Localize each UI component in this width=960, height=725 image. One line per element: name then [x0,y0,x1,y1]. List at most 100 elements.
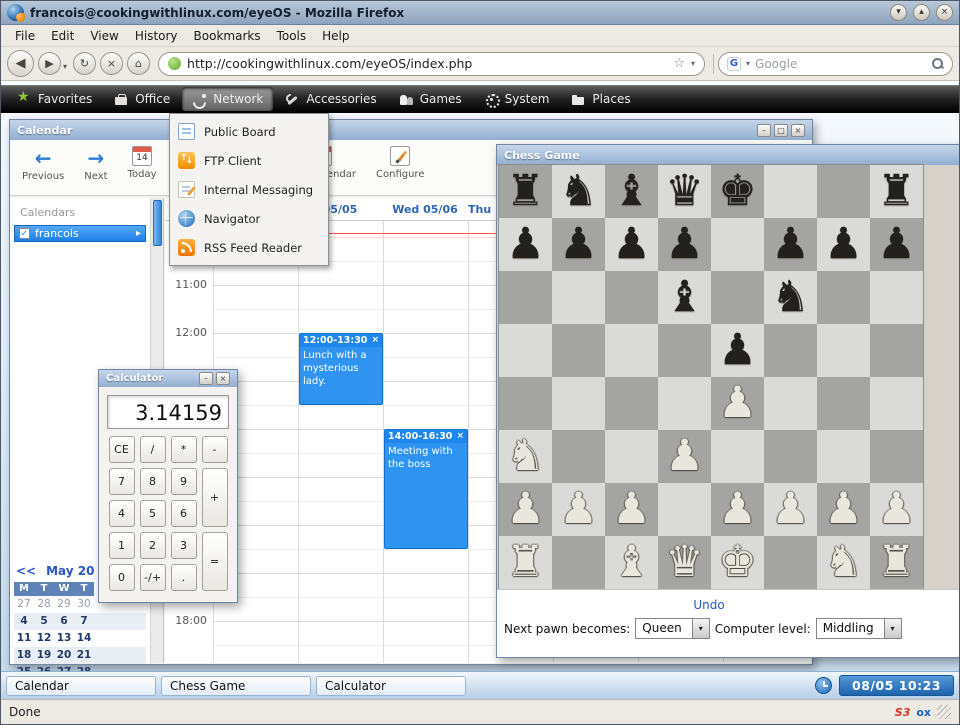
chess-square[interactable] [605,324,658,377]
addon-icon[interactable]: ox [916,706,931,719]
level-select[interactable]: Middling ▾ [816,618,902,639]
calc-button-plus[interactable]: + [202,468,228,527]
chess-square[interactable]: ♞ [499,430,552,483]
window-maximize-icon[interactable]: □ [774,124,788,137]
mini-calendar-day[interactable]: 20 [54,647,74,664]
calc-button-7[interactable]: 7 [109,468,135,495]
chess-square[interactable] [552,430,605,483]
calendar-list-item[interactable]: ✓ francois ▸ [14,225,146,242]
toolbar-today[interactable]: 14Today [128,146,157,195]
calc-button-multiply[interactable]: * [171,436,197,463]
chess-square[interactable]: ♟ [499,218,552,271]
chess-square[interactable]: ♛ [658,165,711,218]
chess-square[interactable]: ♞ [817,536,870,589]
chess-square[interactable]: ♜ [499,536,552,589]
chess-square[interactable] [552,377,605,430]
url-bar[interactable]: ☆ ▾ [158,52,705,76]
chess-square[interactable]: ♟ [605,218,658,271]
eyeos-menu-accessories[interactable]: Accessories [275,87,386,111]
calc-button-equals[interactable]: = [202,532,228,591]
chess-square[interactable] [817,165,870,218]
menu-item-rss-feed-reader[interactable]: RSS Feed Reader [173,233,325,262]
chess-square[interactable]: ♚ [711,165,764,218]
window-titlebar[interactable]: francois@cookingwithlinux.com/eyeOS - Mo… [1,1,959,25]
menu-history[interactable]: History [127,27,186,45]
chess-square[interactable] [817,271,870,324]
chess-square[interactable] [817,324,870,377]
calc-button-9[interactable]: 9 [171,468,197,495]
chess-square[interactable] [870,324,923,377]
eyeos-menu-system[interactable]: System [474,87,560,111]
dropdown-arrow-icon[interactable]: ▾ [884,619,901,638]
chess-square[interactable] [711,271,764,324]
calculator-titlebar[interactable]: Calculator – × [99,370,237,387]
mini-calendar-day[interactable]: 18 [14,647,34,664]
chess-square[interactable]: ♟ [658,430,711,483]
forward-button[interactable]: ▶ [38,52,61,75]
chess-square[interactable] [499,377,552,430]
calc-button-8[interactable]: 8 [140,468,166,495]
chess-square[interactable]: ♟ [870,483,923,536]
calendar-titlebar[interactable]: Calendar – □ × [10,120,812,140]
window-minimize-icon[interactable]: – [199,372,213,385]
calc-button-minus[interactable]: - [202,436,228,463]
mini-calendar-prev[interactable]: << [16,564,36,578]
chess-square[interactable]: ♝ [605,165,658,218]
mini-calendar-day[interactable]: 12 [34,630,54,647]
chess-square[interactable]: ♟ [711,377,764,430]
search-input[interactable] [755,57,926,71]
search-bar[interactable]: G ▾ [718,52,953,76]
menu-bookmarks[interactable]: Bookmarks [186,27,269,45]
close-button[interactable]: × [936,4,953,21]
chess-square[interactable] [870,271,923,324]
chess-square[interactable] [764,377,817,430]
s3fox-addon-icon[interactable]: S3 [895,706,911,719]
eyeos-menu-places[interactable]: Places [561,87,640,111]
history-dropdown-icon[interactable]: ▾ [63,62,67,71]
chess-square[interactable]: ♟ [764,218,817,271]
calc-button-3[interactable]: 3 [171,532,197,559]
calc-button-6[interactable]: 6 [171,500,197,527]
menu-item-ftp-client[interactable]: FTP Client [173,146,325,175]
chess-square[interactable]: ♟ [817,483,870,536]
chess-square[interactable]: ♟ [764,483,817,536]
chess-square[interactable] [605,430,658,483]
chess-square[interactable]: ♟ [499,483,552,536]
chess-square[interactable] [870,430,923,483]
menu-item-navigator[interactable]: Navigator [173,204,325,233]
checkbox-icon[interactable]: ✓ [19,228,30,239]
calc-button-negate[interactable]: -/+ [140,564,166,591]
chess-titlebar[interactable]: Chess Game [497,145,959,165]
chess-square[interactable] [817,377,870,430]
mini-calendar-day[interactable]: 6 [54,613,74,630]
chess-square[interactable]: ♟ [552,218,605,271]
chess-square[interactable] [870,377,923,430]
eyeos-menu-favorites[interactable]: Favorites [7,87,102,111]
chess-square[interactable] [605,377,658,430]
toolbar-previous[interactable]: Previous [22,146,64,195]
mini-calendar-day[interactable]: 21 [74,647,94,664]
chess-square[interactable]: ♟ [870,218,923,271]
chess-square[interactable] [764,536,817,589]
chess-square[interactable] [605,271,658,324]
window-close-icon[interactable]: × [216,372,230,385]
chess-square[interactable] [764,324,817,377]
close-icon[interactable]: × [456,432,464,441]
chess-square[interactable] [552,536,605,589]
mini-calendar-day[interactable]: 28 [34,596,54,613]
chess-square[interactable]: ♟ [605,483,658,536]
chess-square[interactable]: ♟ [817,218,870,271]
eyeos-menu-network[interactable]: Network [182,87,273,111]
calc-button-clear[interactable]: CE [109,436,135,463]
chess-square[interactable]: ♚ [711,536,764,589]
close-icon[interactable]: × [371,336,379,345]
chess-square[interactable]: ♜ [870,536,923,589]
taskbar-item-calendar[interactable]: Calendar [6,676,156,696]
chess-square[interactable] [499,324,552,377]
mini-calendar-day[interactable]: 14 [74,630,94,647]
chess-square[interactable]: ♞ [764,271,817,324]
url-dropdown-icon[interactable]: ▾ [691,59,695,68]
chess-square[interactable] [711,218,764,271]
back-button[interactable]: ◀ [7,50,34,77]
menu-help[interactable]: Help [314,27,357,45]
